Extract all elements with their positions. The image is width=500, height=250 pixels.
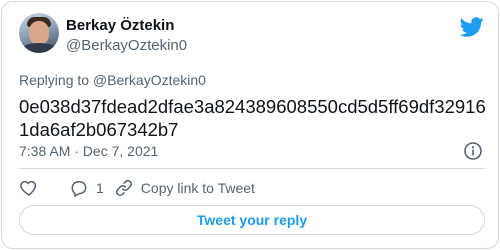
- replying-to[interactable]: Replying to @BerkayOztekin0: [19, 72, 206, 88]
- reply-count: 1: [96, 180, 104, 196]
- heart-icon: [20, 180, 37, 196]
- twitter-bird-icon[interactable]: [460, 15, 484, 39]
- author-name[interactable]: Berkay Öztekin: [66, 17, 174, 34]
- divider: [19, 168, 485, 169]
- copy-link-label: Copy link to Tweet: [140, 180, 255, 196]
- tweet-card: Berkay Öztekin @BerkayOztekin0 Replying …: [1, 1, 499, 249]
- copy-link-button[interactable]: Copy link to Tweet: [114, 178, 255, 198]
- author-handle[interactable]: @BerkayOztekin0: [66, 37, 187, 54]
- reply-action[interactable]: 1: [69, 178, 104, 198]
- tweet-timestamp[interactable]: 7:38 AM · Dec 7, 2021: [19, 143, 158, 159]
- tweet-your-reply-button[interactable]: Tweet your reply: [19, 205, 485, 235]
- link-icon: [115, 180, 132, 196]
- tweet-text: 0e038d37fdead2dfae3a824389608550cd5d5ff6…: [19, 96, 486, 140]
- like-button[interactable]: [19, 178, 39, 198]
- info-icon[interactable]: [463, 141, 483, 161]
- tweet-actions: 1 Copy link to Tweet: [19, 178, 255, 198]
- reply-icon: [71, 181, 87, 197]
- avatar[interactable]: [19, 13, 59, 53]
